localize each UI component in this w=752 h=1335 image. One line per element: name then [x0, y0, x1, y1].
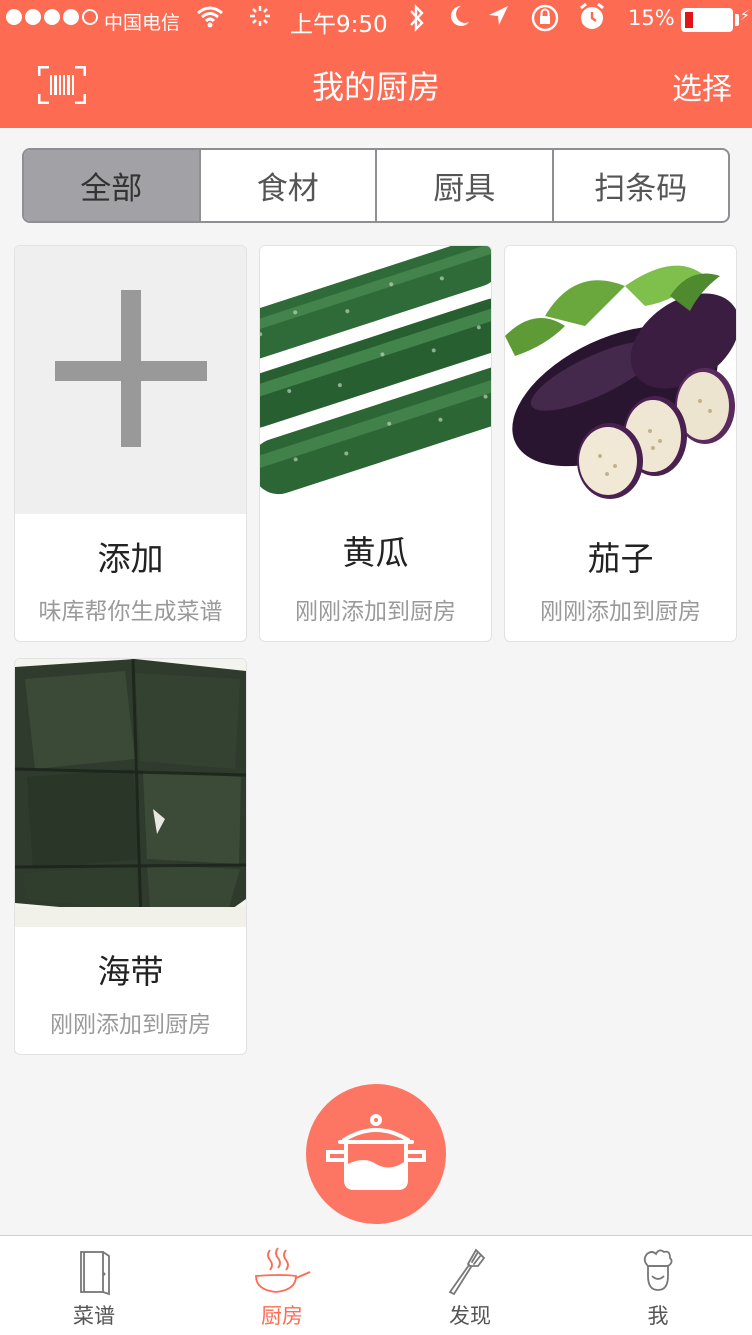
recipe-book-icon — [64, 1246, 124, 1300]
tab-me[interactable]: 我 — [564, 1236, 752, 1335]
battery-percent: 15% — [628, 6, 675, 30]
card-name: 茄子 — [587, 539, 654, 578]
rotation-lock-icon — [530, 3, 560, 39]
pan-icon — [252, 1246, 312, 1300]
fork-icon — [440, 1246, 500, 1300]
segment-ingredients[interactable]: 食材 — [198, 150, 376, 221]
pot-icon — [326, 1114, 426, 1190]
moon-icon — [447, 2, 471, 36]
clock: 上午9:50 — [290, 12, 388, 38]
card-desc: 刚刚添加到厨房 — [540, 599, 701, 625]
kelp-image — [15, 659, 246, 927]
alarm-icon — [578, 2, 606, 38]
tab-label: 发现 — [449, 1304, 491, 1328]
cook-pot-button[interactable] — [306, 1084, 446, 1224]
card-name: 黄瓜 — [342, 533, 409, 572]
segment-scan-barcode[interactable]: 扫条码 — [551, 150, 729, 221]
tab-kitchen[interactable]: 厨房 — [188, 1236, 376, 1335]
tab-label: 菜谱 — [73, 1304, 115, 1328]
card-desc: 刚刚添加到厨房 — [295, 599, 456, 625]
activity-icon — [248, 4, 272, 34]
ingredient-card-cucumber[interactable]: 黄瓜 刚刚添加到厨房 — [259, 245, 492, 642]
tab-recipes[interactable]: 菜谱 — [0, 1236, 188, 1335]
bottom-tab-bar: 菜谱 厨房 发现 我 — [0, 1235, 752, 1335]
barcode-scan-icon[interactable] — [37, 65, 87, 105]
segment-cookware[interactable]: 厨具 — [375, 150, 552, 221]
carrier-label: 中国电信 — [104, 12, 181, 34]
bluetooth-icon — [407, 4, 427, 38]
card-desc: 味库帮你生成菜谱 — [38, 599, 223, 625]
signal-icon — [6, 9, 98, 25]
category-segmented-control: 全部 食材 厨具 扫条码 — [22, 148, 730, 223]
card-desc: 刚刚添加到厨房 — [50, 1012, 211, 1038]
plus-icon — [15, 246, 246, 514]
page-title: 我的厨房 — [311, 68, 440, 106]
card-name: 海带 — [97, 952, 164, 991]
cucumber-image — [260, 246, 491, 514]
card-name: 添加 — [97, 539, 164, 578]
tab-label: 厨房 — [261, 1304, 303, 1328]
chef-icon — [628, 1246, 688, 1300]
tab-discover[interactable]: 发现 — [376, 1236, 564, 1335]
add-item-card[interactable]: 添加 味库帮你生成菜谱 — [14, 245, 247, 642]
status-bar: 中国电信 上午9:50 15% ⚡ — [0, 0, 752, 40]
location-icon — [486, 3, 510, 35]
top-header: 中国电信 上午9:50 15% ⚡ 我的厨房 选择 — [0, 0, 752, 128]
ingredient-card-eggplant[interactable]: 茄子 刚刚添加到厨房 — [504, 245, 737, 642]
wifi-icon — [196, 4, 224, 34]
charging-icon: ⚡ — [740, 8, 750, 24]
select-button[interactable]: 选择 — [672, 64, 732, 108]
segment-all[interactable]: 全部 — [24, 150, 199, 221]
ingredient-card-kelp[interactable]: 海带 刚刚添加到厨房 — [14, 658, 247, 1055]
tab-label: 我 — [647, 1304, 669, 1328]
eggplant-image — [505, 246, 736, 514]
battery-icon — [681, 8, 733, 32]
